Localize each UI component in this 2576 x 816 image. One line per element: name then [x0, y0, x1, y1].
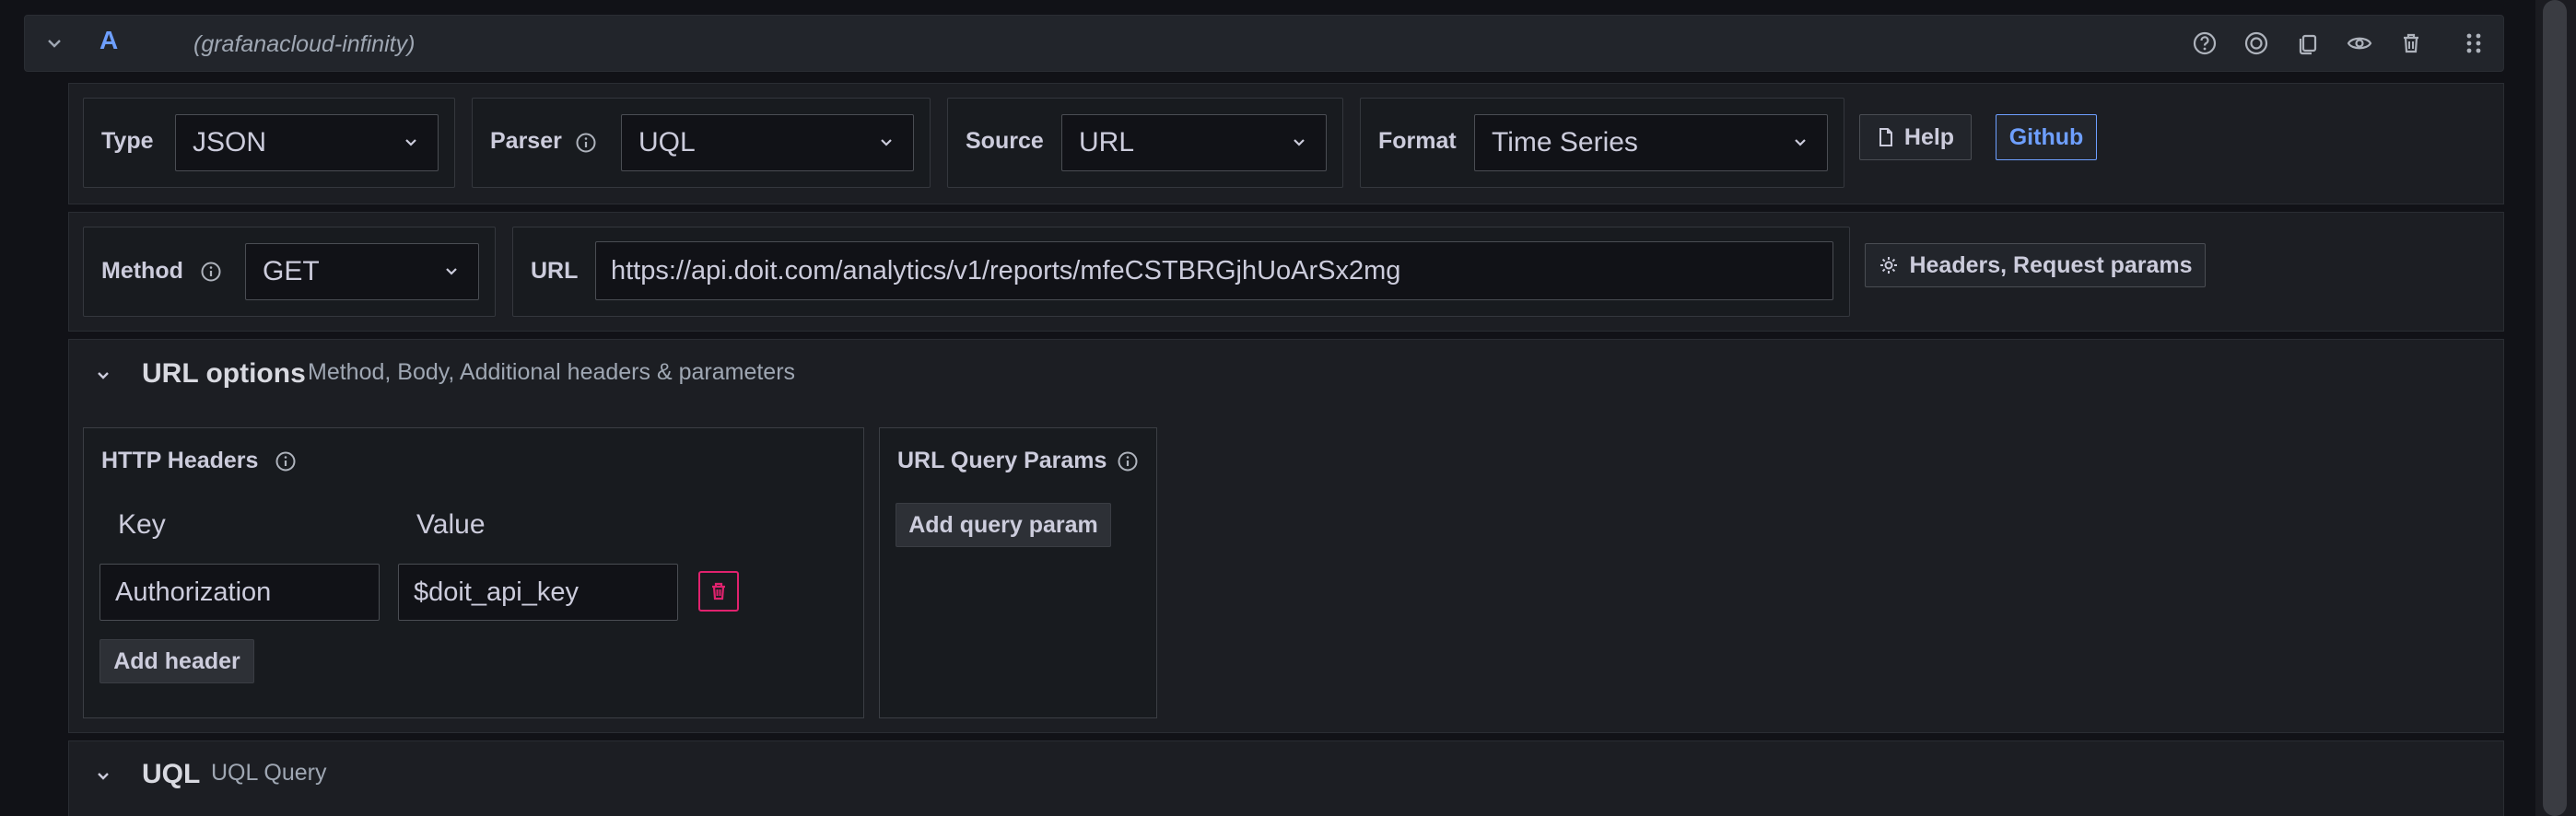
type-select[interactable]: JSON	[175, 114, 439, 171]
trash-icon[interactable]	[2395, 28, 2427, 59]
collapse-url-options-icon[interactable]	[92, 365, 114, 387]
help-label: Help	[1903, 123, 1955, 150]
info-icon[interactable]	[575, 132, 597, 154]
key-column-header: Key	[118, 509, 166, 540]
headers-request-params-button[interactable]: Headers, Request params	[1865, 243, 2206, 287]
source-select[interactable]: URL	[1061, 114, 1327, 171]
method-label: Method	[101, 258, 183, 284]
parser-value: UQL	[638, 127, 696, 157]
source-value: URL	[1079, 127, 1135, 157]
drag-handle-icon[interactable]	[2458, 28, 2489, 59]
query-ref-id[interactable]: A	[100, 26, 118, 55]
help-circle-icon[interactable]	[2189, 28, 2220, 59]
http-headers-title: HTTP Headers	[101, 448, 259, 473]
scrollbar-thumb[interactable]	[2543, 0, 2567, 816]
url-input[interactable]: https://api.doit.com/analytics/v1/report…	[595, 241, 1833, 300]
copy-icon[interactable]	[2292, 28, 2324, 59]
add-header-button[interactable]: Add header	[100, 639, 254, 683]
chevron-down-icon	[441, 262, 462, 282]
github-button[interactable]: Github	[1996, 114, 2097, 160]
format-select[interactable]: Time Series	[1474, 114, 1828, 171]
info-icon[interactable]	[1117, 450, 1139, 472]
header-value-input[interactable]: $doit_api_key	[398, 564, 678, 621]
url-options-subtitle: Method, Body, Additional headers & param…	[308, 359, 796, 385]
uql-subtitle: UQL Query	[211, 760, 327, 786]
method-value: GET	[263, 256, 320, 286]
format-value: Time Series	[1492, 127, 1638, 157]
eye-icon[interactable]	[2344, 28, 2375, 59]
gear-icon	[1878, 254, 1900, 276]
url-options-title[interactable]: URL options	[142, 358, 306, 390]
chevron-down-icon	[876, 133, 896, 153]
headers-button-label: Headers, Request params	[1909, 251, 2193, 278]
url-query-params-title: URL Query Params	[897, 448, 1107, 473]
type-label: Type	[101, 128, 154, 154]
chevron-down-icon	[401, 133, 421, 153]
chevron-down-icon	[1289, 133, 1309, 153]
trash-icon	[707, 579, 731, 603]
parser-select[interactable]: UQL	[621, 114, 914, 171]
target-icon[interactable]	[2241, 28, 2272, 59]
url-label: URL	[531, 258, 579, 284]
help-button[interactable]: Help	[1859, 114, 1972, 160]
file-icon	[1877, 127, 1895, 147]
method-select[interactable]: GET	[245, 243, 479, 300]
value-column-header: Value	[416, 509, 486, 540]
add-query-param-button[interactable]: Add query param	[896, 503, 1111, 547]
delete-header-button[interactable]	[698, 571, 739, 612]
uql-title[interactable]: UQL	[142, 759, 200, 790]
datasource-name: (grafanacloud-infinity)	[193, 31, 416, 57]
info-icon[interactable]	[275, 450, 297, 472]
header-key-input[interactable]: Authorization	[100, 564, 380, 621]
chevron-down-icon	[1790, 133, 1810, 153]
collapse-query-icon[interactable]	[42, 31, 66, 55]
format-label: Format	[1378, 128, 1457, 154]
parser-label: Parser	[490, 128, 562, 154]
source-label: Source	[966, 128, 1044, 154]
uql-section	[68, 740, 2504, 816]
type-value: JSON	[193, 127, 267, 157]
github-label: Github	[2008, 123, 2084, 150]
info-icon[interactable]	[200, 261, 222, 283]
collapse-uql-icon[interactable]	[92, 765, 114, 787]
